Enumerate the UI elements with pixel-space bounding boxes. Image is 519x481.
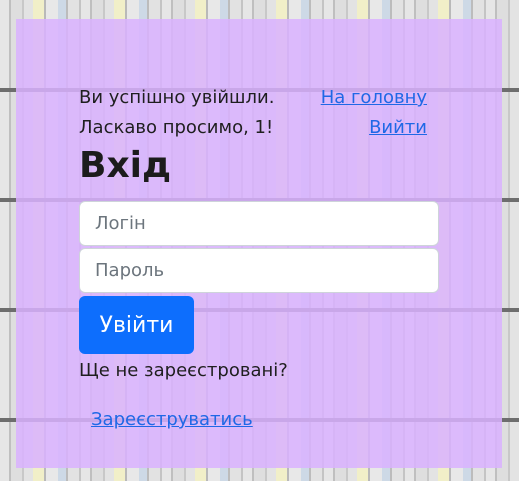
logout-link[interactable]: Вийти xyxy=(369,117,427,138)
status-row-welcome: Ласкаво просимо, 1! Вийти xyxy=(79,117,427,138)
page-title: Вхід xyxy=(79,145,172,186)
password-input[interactable] xyxy=(79,248,439,293)
register-link[interactable]: Зареєструватись xyxy=(91,409,253,430)
welcome-message: Ласкаво просимо, 1! xyxy=(79,117,274,138)
register-question: Ще не зареєстровані? xyxy=(79,360,288,381)
home-link[interactable]: На головну xyxy=(321,87,427,108)
login-button[interactable]: Увійти xyxy=(79,296,194,354)
logged-in-message: Ви успішно увійшли. xyxy=(79,87,275,108)
status-row-logged-in: Ви успішно увійшли. На головну xyxy=(79,87,427,108)
login-input[interactable] xyxy=(79,201,439,246)
